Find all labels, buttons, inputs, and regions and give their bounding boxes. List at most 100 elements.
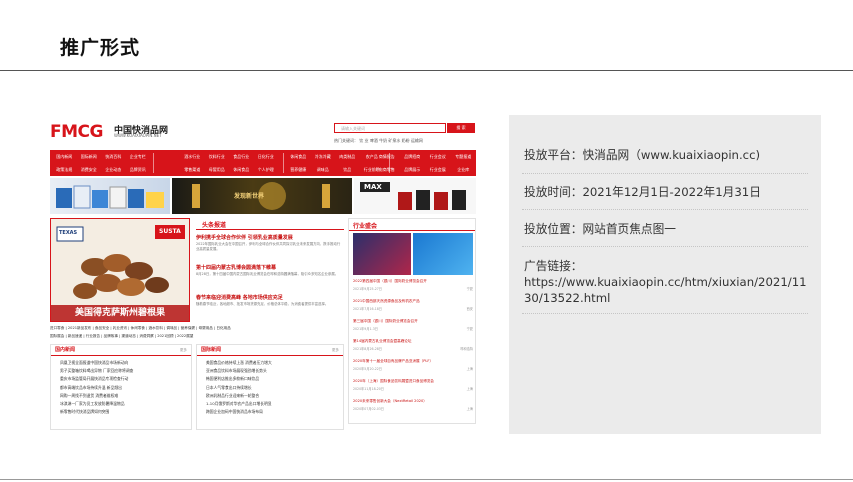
event-place: 呼和浩特 [460,347,473,351]
nav-item[interactable]: 行业会议 [425,154,451,160]
headline-desc: 2022年国际乳业大会在中国召开，伊利与全球合作伙伴共同探讨乳业未来发展方向，携… [196,242,341,251]
headline-title[interactable]: 第十四届内蒙古乳博会圆满落下帷幕 [196,264,276,271]
event-title[interactable]: 2022第四届中国（银川）国际奶业博览会召开 [353,279,473,284]
search-button[interactable]: 搜 索 [447,123,475,133]
news-item[interactable]: 1-10月俄罗斯对华农产品出口增长明显 [206,400,343,408]
nav-item[interactable]: 个人护理 [254,167,279,173]
event-title[interactable]: 2020年第十一届全球自有品牌产品亚洲展（PLF） [353,359,473,364]
info-panel: 投放平台：快消品网（www.kuaixiaopin.cc) 投放时间：2021年… [509,115,821,434]
nav-item[interactable]: 企业专栏 [126,154,151,160]
nav-separator [153,153,154,173]
nav-item[interactable]: 营养健康 [286,167,311,173]
news-item[interactable]: 跨国企业加码中国快消品市场布局 [206,408,343,416]
news-item[interactable]: 网购一周找不到退货 消费者维权难 [60,392,191,400]
event-meta: 2021年9月1-3日 宁夏 [353,326,473,331]
nav-item[interactable]: 商情报告 [374,154,400,160]
nav-item[interactable]: 休闲食品 [286,154,311,160]
news-item[interactable]: 亚洲食品饮料市场展现强劲增长势头 [206,367,343,375]
event-title[interactable]: 2020年（上海）国际食品饮料展暨进口食品博览会 [353,379,473,384]
news-item[interactable]: 重庆市场监管局开展快消品专项检查行动 [60,375,191,383]
nav-item[interactable]: 休闲食品 [229,167,254,173]
nav-group-news: 国内新闻 国际新闻 快消百科 企业专栏政策法规 消费安全 企业动态 品牌资讯 [52,150,150,176]
nav-item[interactable]: 饮品 [335,167,360,173]
industry-event-item[interactable]: 第三届中国（银川）国际奶业博览会召开 2021年9月1-3日 宁夏 [353,319,473,331]
site-url: WWW.KUAIXIAOPIN.NET [114,133,162,138]
event-date: 2020年07月02-03日 [353,407,384,411]
ad-max[interactable]: MAX [354,178,476,214]
event-place: 上海 [466,407,473,411]
news-item[interactable]: 欧洲乳制品行业迎来新一轮整合 [206,392,343,400]
slide-title: 推广形式 [60,37,141,59]
event-poster-right[interactable] [413,233,473,275]
nav-item[interactable]: 日化行业 [254,154,279,160]
industry-divider [349,230,475,231]
nav-item[interactable]: 肉类制品 [335,154,360,160]
news-item[interactable]: 美国食品价格持续上涨 消费者压力增大 [206,359,343,367]
main-nav: 国内新闻 国际新闻 快消百科 企业专栏政策法规 消费安全 企业动态 品牌资讯 酒水行业 饮料行… [50,150,476,176]
news-item[interactable]: 新零售时代快消品牌如何突围 [60,408,191,416]
nav-item[interactable]: 电商零售 [374,167,400,173]
event-date: 2021年7月16-18日 [353,307,382,311]
nav-item[interactable]: 企业动态 [101,167,126,173]
event-poster-left[interactable] [353,233,411,275]
search-input[interactable]: 请输入关键词 [334,123,446,133]
news-item[interactable]: 冰淇淋一厂家为员工发放防暑降温物品 [60,400,191,408]
industry-event-item[interactable]: 2022第四届中国（银川）国际奶业博览会召开 2021年9月25-27日 宁夏 [353,279,473,291]
info-divider [522,209,808,210]
nav-item[interactable]: 国际新闻 [77,154,102,160]
nav-item[interactable]: 专题报道 [451,154,477,160]
event-title[interactable]: 第14届内蒙古乳业博览会暨高峰论坛 [353,339,473,344]
website-screenshot: FMCG 中国快消品网 WWW.KUAIXIAOPIN.NET 请输入关键词 搜… [46,118,478,434]
news-item[interactable]: 凤凰卫视全面报道中国快消品市场新动向 [60,359,191,367]
news-item[interactable]: 都市高端饮品市场持续升温 新品频出 [60,384,191,392]
news-item[interactable]: 韩国便利店推出多款新口味饮品 [206,375,343,383]
nav-item[interactable]: 消费安全 [77,167,102,173]
industry-event-item[interactable]: 2020年第十一届全球自有品牌产品亚洲展（PLF） 2020年5月20-22日 上海 [353,359,473,371]
international-news-list: 美国食品价格持续上涨 消费者压力增大 亚洲食品饮料市场展现强劲增长势头 韩国便利店推… [197,359,343,416]
headline-title[interactable]: 伊利携手全球合作伙伴 引领乳业高质量发展 [196,234,293,241]
ad-link-url[interactable]: https://www.kuaixiaopin.cc/htm/xiuxian/2… [524,274,808,306]
nav-group-category: 休闲食品 冷冻冷藏 肉类制品 农产品 营养健康 调味品 饮品 行业前瞻 [286,150,384,176]
event-place: 宁夏 [466,327,473,331]
nav-item[interactable]: 调味品 [311,167,336,173]
industry-event-item[interactable]: 2020未来零售创新大会（NextRetail 2020） 2020年07月02-… [353,399,473,411]
nav-item[interactable]: 快消百科 [101,154,126,160]
nav-item[interactable]: 酒水行业 [180,154,205,160]
nav-item[interactable]: 品牌资讯 [126,167,151,173]
headline-title[interactable]: 春节来临迎消费高峰 各地市场供应充足 [196,294,283,301]
nav-item[interactable]: 行业会展 [425,167,451,173]
ad-banner-new-world[interactable]: 发现新世界 [172,178,352,214]
nav-item[interactable]: 品牌招商 [400,154,426,160]
event-title[interactable]: 2020未来零售创新大会（NextRetail 2020） [353,399,473,404]
site-logo[interactable]: FMCG [50,122,103,142]
focus-image-slot[interactable]: TEXAS SUSTA 美国得克萨斯州碧根果 [50,218,190,322]
nav-item[interactable]: 饮料行业 [205,154,230,160]
event-date: 2020年11月18-20日 [353,387,384,391]
event-meta: 2021年7月16-18日 西安 [353,306,473,311]
link-row[interactable]: 进口零食 | 2021新品发布 | 食品安全 | 乳业资讯 | 休闲零食 | 酒… [50,326,344,331]
nav-item[interactable]: 企业库 [451,167,477,173]
event-title[interactable]: 2021中国西部天然资源食品及有机农产品 [353,299,473,304]
industry-event-item[interactable]: 2020年（上海）国际食品饮料展暨进口食品博览会 2020年11月18-20日 上海 [353,379,473,391]
domestic-news-header: 国内新闻 更多 [51,345,191,356]
more-link[interactable]: 更多 [180,345,187,355]
ad-products[interactable] [50,178,170,214]
nav-item[interactable]: 零售渠道 [180,167,205,173]
texas-brand: TEXAS [59,230,78,236]
nav-item[interactable]: 品牌展示 [400,167,426,173]
nav-item[interactable]: 母婴用品 [205,167,230,173]
nav-item[interactable]: 国内新闻 [52,154,77,160]
news-item[interactable]: 男子买整箱饮料喝出异物 厂家回应称将调查 [60,367,191,375]
news-item[interactable]: 日本人气零食出口持续增长 [206,384,343,392]
info-divider [522,313,808,314]
event-meta: 2020年5月20-22日 上海 [353,366,473,371]
link-row[interactable]: 国际展会 | 新品速递 | 行业报告 | 品牌故事 | 渠道动态 | 消费洞察 … [50,334,344,339]
industry-event-item[interactable]: 2021中国西部天然资源食品及有机农产品 2021年7月16-18日 西安 [353,299,473,311]
more-link[interactable]: 更多 [332,345,339,355]
nav-item[interactable]: 冷冻冷藏 [311,154,336,160]
nav-item[interactable]: 食品行业 [229,154,254,160]
industry-event-item[interactable]: 第14届内蒙古乳业博览会暨高峰论坛 2021年8月26-28日 呼和浩特 [353,339,473,351]
product-boxes-image [56,185,164,209]
event-title[interactable]: 第三届中国（银川）国际奶业博览会召开 [353,319,473,324]
nav-item[interactable]: 政策法规 [52,167,77,173]
